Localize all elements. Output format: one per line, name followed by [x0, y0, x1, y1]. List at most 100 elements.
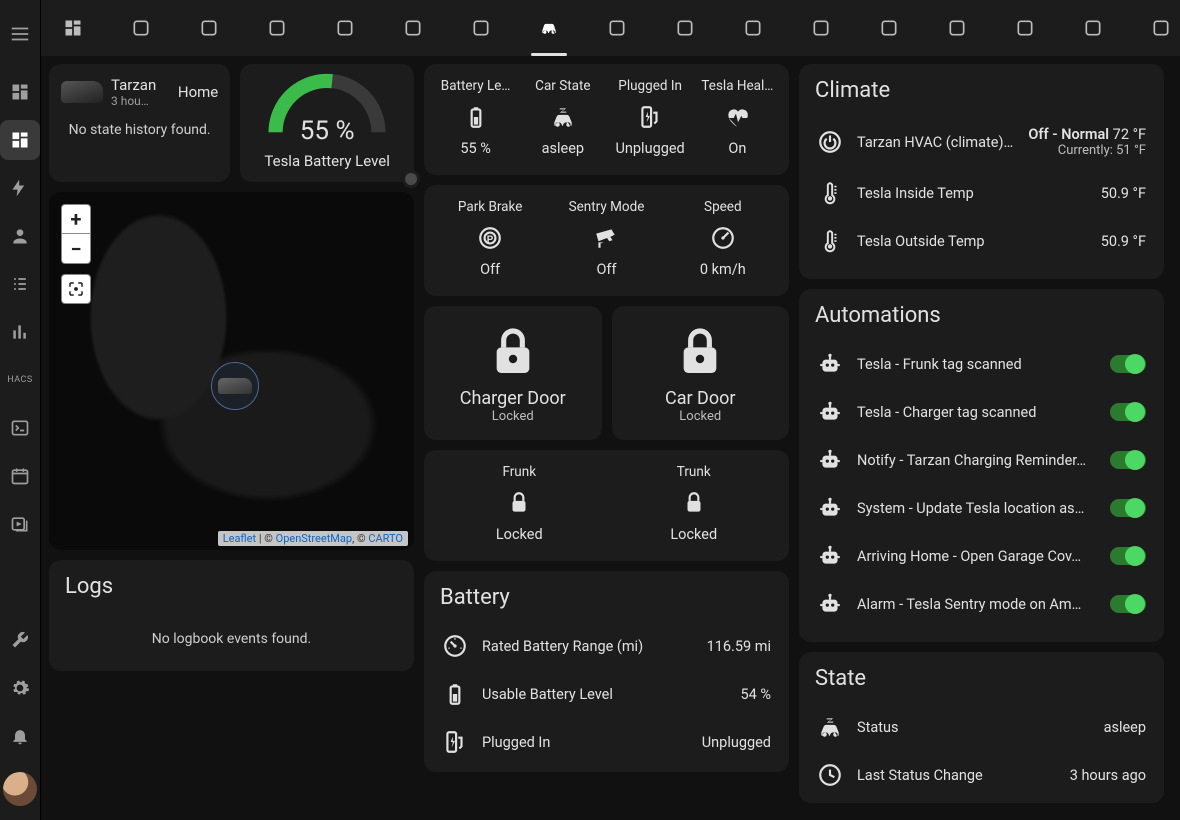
menu-icon[interactable] [0, 14, 40, 54]
i-robot-icon [817, 399, 843, 425]
automation-toggle[interactable] [1110, 595, 1146, 613]
vehicle-age: 3 hou… [111, 94, 156, 108]
entity-row[interactable]: Usable Battery Level 54 % [440, 670, 773, 718]
entity-row[interactable]: Alarm - Tesla Sentry mode on Am… [815, 580, 1148, 628]
climate-card: Climate Tarzan HVAC (climate)… Off - Nor… [799, 64, 1164, 279]
p-circle-icon [434, 221, 546, 255]
ev-station-icon [609, 100, 692, 134]
glance-battery[interactable]: Battery Le… 55 % [432, 74, 519, 165]
entity-row[interactable]: Arriving Home - Open Garage Cov… [815, 532, 1148, 580]
entity-row[interactable]: Tesla - Frunk tag scanned [815, 340, 1148, 388]
people-icon[interactable] [0, 216, 40, 256]
face-icon[interactable] [189, 8, 229, 48]
settings-icon[interactable] [0, 668, 40, 708]
entity-row[interactable]: Tesla Inside Temp 50.9 °F [815, 169, 1148, 217]
media-icon[interactable] [0, 504, 40, 544]
map-recenter[interactable] [61, 274, 91, 304]
logs-title: Logs [65, 574, 398, 599]
user-avatar[interactable] [3, 772, 37, 806]
pulse-icon[interactable] [325, 8, 365, 48]
fridge-icon[interactable] [1141, 8, 1180, 48]
calendar-icon[interactable] [0, 456, 40, 496]
hacs-icon[interactable]: HACS [0, 360, 40, 400]
state-title: State [815, 666, 1148, 691]
dashboard2-icon[interactable] [0, 120, 40, 160]
stats-icon[interactable] [0, 312, 40, 352]
home-roof-icon[interactable] [121, 8, 161, 48]
battery-gauge-card[interactable]: 55 % Tesla Battery Level [240, 64, 414, 182]
glance-p-circle[interactable]: Park Brake Off [432, 195, 548, 286]
entity-row[interactable]: System - Update Tesla location as… [815, 484, 1148, 532]
hvac-state: Off - Normal 72 °F Currently: 51 °F [1028, 126, 1146, 158]
entity-row[interactable]: Rated Battery Range (mi) 116.59 mi [440, 622, 773, 670]
dashboard-icon[interactable] [0, 72, 40, 112]
hex-icon[interactable] [801, 8, 841, 48]
entity-row[interactable]: Notify - Tarzan Charging Reminder… [815, 436, 1148, 484]
history-empty: No state history found. [61, 122, 218, 138]
entity-row[interactable]: Plugged In Unplugged [440, 718, 773, 766]
map-zoom-in[interactable]: + [61, 204, 91, 234]
automation-toggle[interactable] [1110, 547, 1146, 565]
climate-hvac-row[interactable]: Tarzan HVAC (climate)… Off - Normal 72 °… [815, 115, 1148, 169]
wand-icon[interactable] [869, 8, 909, 48]
i-robot-icon [817, 495, 843, 521]
lock-card-charger-door[interactable]: Charger Door Locked [424, 306, 602, 440]
attrib-leaflet[interactable]: Leaflet [223, 532, 256, 545]
automations-title: Automations [815, 303, 1148, 328]
ev-station-icon [442, 729, 468, 755]
notifications-icon[interactable] [0, 716, 40, 756]
glance-cctv[interactable]: Sentry Mode Off [548, 195, 664, 286]
logs-empty: No logbook events found. [65, 611, 398, 657]
attrib-carto[interactable]: CARTO [368, 532, 403, 545]
glance-row-1: Battery Le… 55 %Car State asleepPlugged … [424, 64, 789, 175]
webcam-icon[interactable] [1073, 8, 1113, 48]
door-icon[interactable] [665, 8, 705, 48]
terminal-icon[interactable] [0, 408, 40, 448]
automations-card: Automations Tesla - Frunk tag scanned Te… [799, 289, 1164, 642]
entity-row[interactable]: Tesla - Charger tag scanned [815, 388, 1148, 436]
shield-icon[interactable] [733, 8, 773, 48]
glance-heart[interactable]: Tesla Heal… On [694, 74, 781, 165]
car-icon[interactable] [529, 8, 569, 48]
sidebar-rail: HACS [0, 0, 41, 820]
gauge-knob-icon [402, 170, 420, 188]
bell-ring-icon[interactable] [461, 8, 501, 48]
automation-toggle[interactable] [1110, 451, 1146, 469]
hvac-label: Tarzan HVAC (climate)… [857, 134, 1014, 151]
battery-icon [442, 681, 468, 707]
automation-toggle[interactable] [1110, 403, 1146, 421]
battery-title: Battery [440, 585, 773, 610]
attrib-osm[interactable]: OpenStreetMap [276, 532, 352, 545]
cctv-icon [550, 221, 662, 255]
monitor-icon[interactable] [257, 8, 297, 48]
devtools-icon[interactable] [0, 620, 40, 660]
entity-row[interactable]: Last Status Change 3 hours ago [815, 751, 1148, 799]
entity-row[interactable]: Tesla Outside Temp 50.9 °F [815, 217, 1148, 265]
entity-row[interactable]: Status asleep [815, 703, 1148, 751]
map-card[interactable]: + − Leaflet | © OpenStreetMap, © CARTO [49, 192, 414, 550]
state-card: State Status asleep Last Status Change 3… [799, 652, 1164, 803]
vehicle-summary-card[interactable]: Tarzan 3 hou… Home No state history foun… [49, 64, 230, 182]
lock-icon [485, 324, 541, 380]
mailbox-icon[interactable] [597, 8, 637, 48]
glance-row-2: Park Brake OffSentry Mode OffSpeed 0 km/… [424, 185, 789, 296]
map-attribution: Leaflet | © OpenStreetMap, © CARTO [218, 531, 408, 546]
glance-car-sleep[interactable]: Car State asleep [519, 74, 606, 165]
automation-toggle[interactable] [1110, 355, 1146, 373]
view-grid-icon[interactable] [53, 8, 93, 48]
speedometer-icon [667, 221, 779, 255]
map-zoom-out[interactable]: − [61, 234, 91, 264]
glance-ev-station[interactable]: Plugged In Unplugged [607, 74, 694, 165]
glance-lock[interactable]: Trunk Locked [607, 460, 782, 551]
lock-card-car-door[interactable]: Car Door Locked [612, 306, 790, 440]
list-icon[interactable] [0, 264, 40, 304]
globe-icon[interactable] [937, 8, 977, 48]
printer-icon[interactable] [1005, 8, 1045, 48]
automation-toggle[interactable] [1110, 499, 1146, 517]
energy-icon[interactable] [0, 168, 40, 208]
album-icon[interactable] [393, 8, 433, 48]
glance-speedometer[interactable]: Speed 0 km/h [665, 195, 781, 286]
glance-lock[interactable]: Frunk Locked [432, 460, 607, 551]
map-vehicle-marker[interactable] [211, 362, 259, 410]
glance-row-3: Frunk LockedTrunk Locked [424, 450, 789, 561]
